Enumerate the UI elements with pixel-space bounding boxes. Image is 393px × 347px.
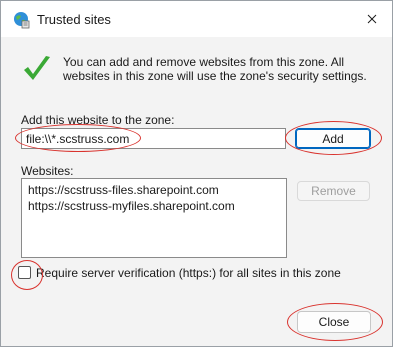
close-button[interactable]: Close (297, 311, 371, 333)
globe-security-icon (12, 11, 30, 29)
trusted-sites-dialog: Trusted sites You can add and remove web… (0, 0, 393, 347)
require-verification-label: Require server verification (https:) for… (36, 266, 341, 280)
require-verification-checkbox[interactable] (18, 266, 31, 279)
close-icon[interactable] (360, 8, 384, 30)
add-website-label: Add this website to the zone: (21, 113, 175, 127)
remove-button[interactable]: Remove (297, 181, 370, 201)
add-button[interactable]: Add (295, 128, 371, 149)
title-bar: Trusted sites (1, 1, 392, 37)
green-checkmark-icon (21, 53, 53, 85)
website-input[interactable] (21, 128, 286, 149)
websites-list[interactable]: https://scstruss-files.sharepoint.com ht… (21, 178, 287, 258)
list-item[interactable]: https://scstruss-files.sharepoint.com (28, 182, 280, 198)
websites-label: Websites: (21, 164, 74, 178)
info-message: You can add and remove websites from thi… (63, 55, 367, 83)
list-item[interactable]: https://scstruss-myfiles.sharepoint.com (28, 198, 280, 214)
window-title: Trusted sites (37, 12, 111, 27)
